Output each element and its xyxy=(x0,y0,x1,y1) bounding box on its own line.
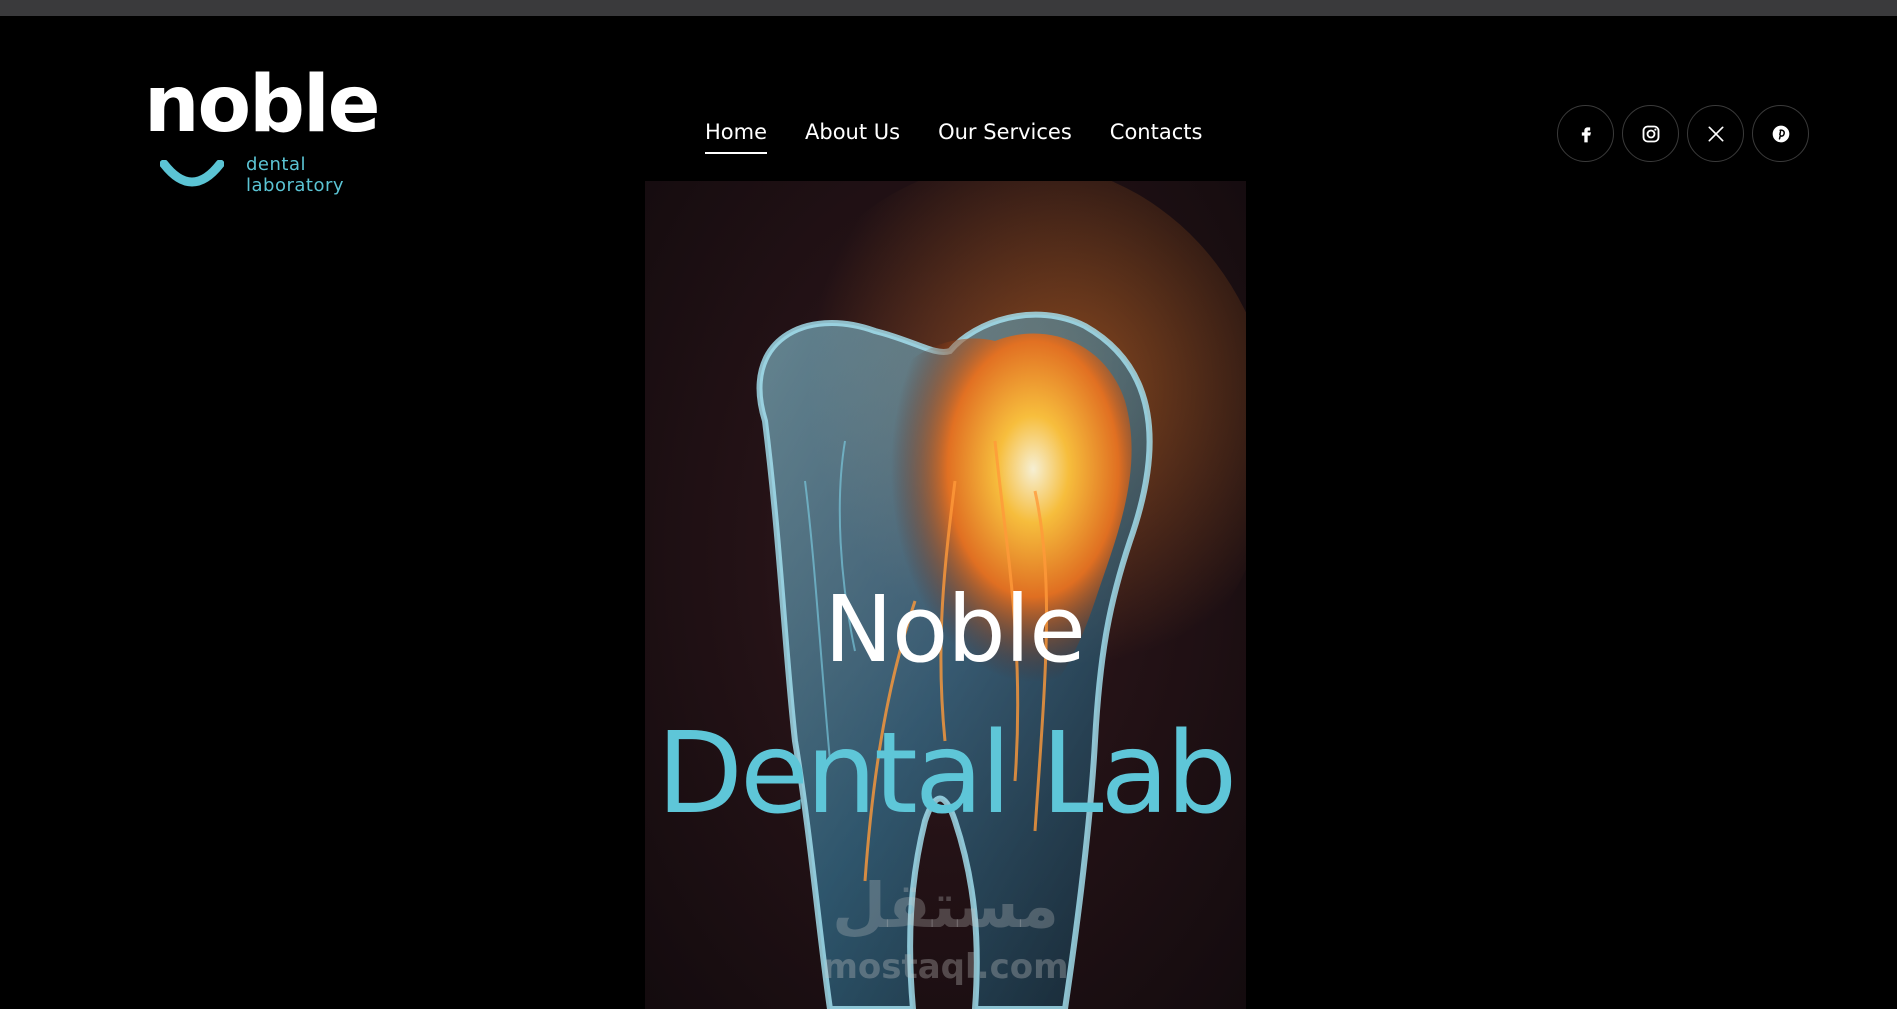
pinterest-button[interactable] xyxy=(1752,105,1809,162)
watermark-arabic: مستقل xyxy=(832,869,1059,942)
x-twitter-button[interactable] xyxy=(1687,105,1744,162)
watermark-latin: mostaql.com xyxy=(822,947,1069,987)
smile-icon xyxy=(160,160,224,187)
x-twitter-icon xyxy=(1708,126,1723,141)
hero-banner: Noble Dental Lab مستقل mostaql.com xyxy=(645,181,1246,1009)
logo-wordmark: noble xyxy=(144,60,381,150)
site-header: noble dental laboratory Home About Us Ou… xyxy=(0,16,1897,196)
facebook-icon xyxy=(1581,126,1591,142)
nav-home[interactable]: Home xyxy=(705,120,768,154)
logo-subtitle-line-2: laboratory xyxy=(246,175,345,196)
facebook-button[interactable] xyxy=(1557,105,1614,162)
instagram-icon xyxy=(1642,125,1659,142)
logo-subtitle: dental laboratory xyxy=(246,154,344,196)
nav-our-services[interactable]: Our Services xyxy=(938,120,1072,144)
nav-about-us[interactable]: About Us xyxy=(805,120,900,144)
browser-tab-strip xyxy=(0,0,1897,16)
hero-title-noble: Noble xyxy=(824,576,1086,683)
main-nav: Home About Us Our Services Contacts xyxy=(705,120,1203,154)
nav-contacts[interactable]: Contacts xyxy=(1110,120,1203,144)
social-links xyxy=(1557,105,1809,162)
instagram-button[interactable] xyxy=(1622,105,1679,162)
logo-subtitle-line-1: dental xyxy=(246,154,306,175)
noble-logo[interactable]: noble dental laboratory xyxy=(144,66,381,196)
hero-title-dental-lab: Dental Lab xyxy=(656,709,1238,839)
pinterest-icon xyxy=(1772,125,1789,142)
